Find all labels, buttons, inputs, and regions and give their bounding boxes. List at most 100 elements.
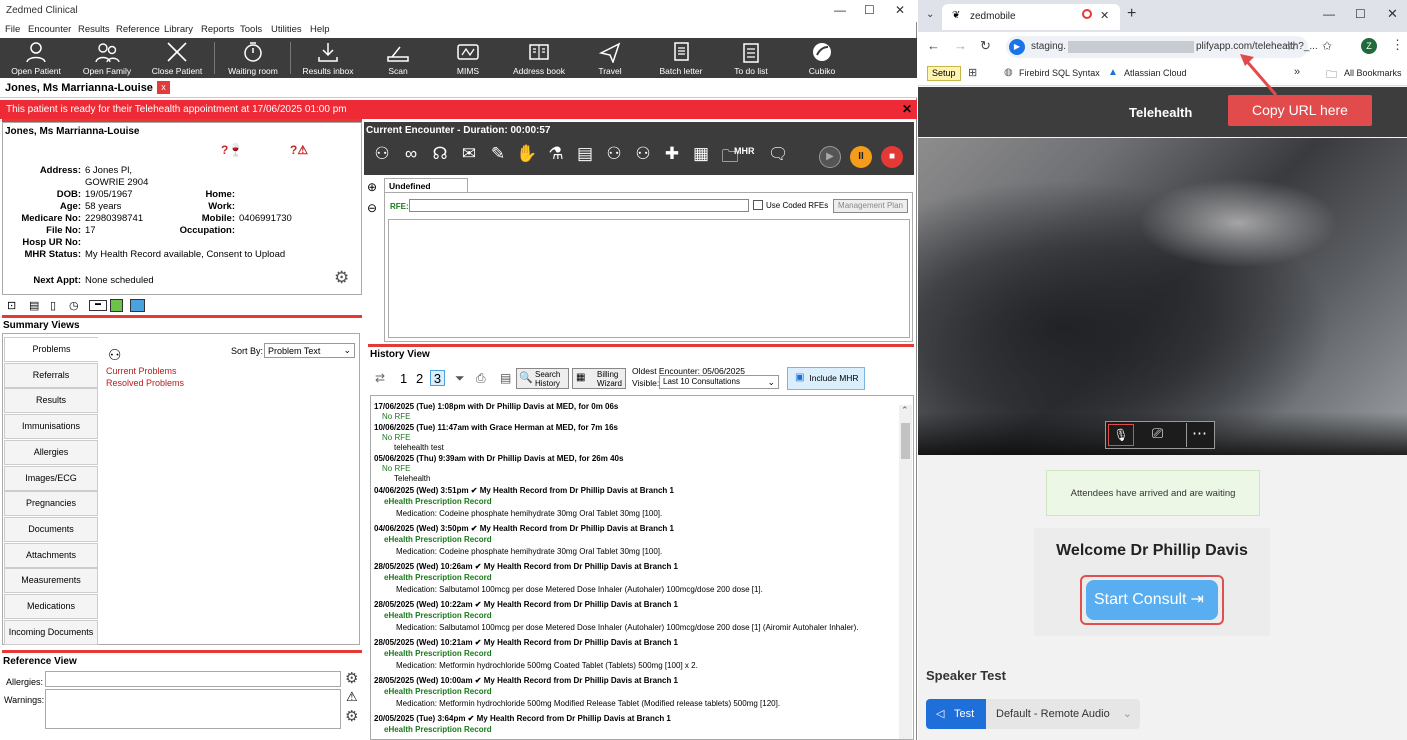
apps-grid-icon[interactable]: ⊞	[968, 66, 977, 79]
all-bookmarks-button[interactable]: All Bookmarks	[1344, 68, 1402, 78]
summary-tab-images-ecg[interactable]: Images/ECG	[4, 465, 98, 491]
patient-tab-name[interactable]: Jones, Ms Marrianna-Louise	[5, 82, 153, 94]
print-icon[interactable]: ⎙	[476, 371, 486, 386]
sort-by-select[interactable]: Problem Text ⌄	[264, 343, 355, 358]
settings-gear-icon[interactable]: ⚙	[334, 268, 349, 288]
scroll-up-icon[interactable]: ⌃	[901, 405, 909, 416]
tab-close-button[interactable]: ✕	[1100, 9, 1109, 22]
use-coded-rfes-checkbox[interactable]	[753, 200, 763, 210]
back-icon[interactable]: ←	[927, 38, 940, 53]
add-problem-icon[interactable]: ⊕	[367, 180, 377, 194]
reload-icon[interactable]: ↻	[980, 38, 991, 54]
bookmarks-overflow-button[interactable]: »	[1294, 66, 1300, 78]
results-inbox-button[interactable]: Results inbox	[298, 38, 358, 78]
summary-tab-measurements[interactable]: Measurements	[4, 568, 98, 594]
summary-tab-pregnancies[interactable]: Pregnancies	[4, 491, 98, 517]
camera-icon[interactable]: ⊡	[7, 299, 16, 312]
close-patient-button[interactable]: Close Patient	[148, 38, 206, 78]
profile-avatar[interactable]: Z	[1361, 38, 1377, 54]
stop-icon[interactable]: ■	[881, 146, 903, 168]
forward-icon[interactable]: →	[954, 38, 967, 53]
visible-consultations-select[interactable]: Last 10 Consultations ⌄	[659, 375, 779, 389]
menu-encounter[interactable]: Encounter	[28, 24, 71, 35]
menu-results[interactable]: Results	[78, 24, 110, 35]
spectacles-icon[interactable]: ∞	[399, 144, 423, 170]
summary-tab-allergies[interactable]: Allergies	[4, 439, 98, 465]
menu-file[interactable]: File	[5, 24, 20, 35]
filter-icon[interactable]: ⏷	[455, 371, 465, 386]
new-tab-button[interactable]: +	[1127, 5, 1136, 23]
page-1-button[interactable]: 1	[400, 371, 407, 386]
warnings-field[interactable]	[45, 689, 341, 729]
document-icon[interactable]: ▤	[573, 144, 597, 170]
start-consult-button[interactable]: Start Consult ⇥	[1086, 580, 1218, 620]
mic-muted-icon[interactable]: 🎙	[1108, 424, 1134, 446]
close-window-button[interactable]: ✕	[895, 3, 905, 17]
cubiko-button[interactable]: Cubiko	[796, 38, 848, 78]
summary-tab-documents[interactable]: Documents	[4, 516, 98, 542]
allergies-field[interactable]	[45, 671, 341, 687]
browser-minimize-button[interactable]: —	[1323, 7, 1335, 21]
page-3-button[interactable]: 3	[430, 370, 445, 386]
resolved-problems-link[interactable]: Resolved Problems	[106, 378, 184, 388]
waiting-room-button[interactable]: Waiting room	[222, 38, 284, 78]
close-patient-tab-button[interactable]: x	[157, 81, 170, 94]
tab-undefined-problem[interactable]: Undefined Problem	[384, 178, 468, 201]
menu-reports[interactable]: Reports	[201, 24, 234, 35]
tab-search-icon[interactable]: ⌄	[926, 9, 934, 20]
dismiss-alert-button[interactable]: ✕	[902, 102, 912, 116]
to-do-list-button[interactable]: To do list	[724, 38, 778, 78]
warnings-gear-icon[interactable]: ⚙	[345, 707, 358, 725]
problem-notes-textarea[interactable]	[388, 219, 910, 338]
notes-icon[interactable]: ▤	[29, 299, 39, 312]
extensions-icon[interactable]: ✩	[1322, 39, 1332, 53]
current-problems-link[interactable]: Current Problems	[106, 366, 177, 376]
bookmark-setup[interactable]: Setup	[927, 66, 961, 81]
camera-icon[interactable]: ⎚	[1152, 425, 1163, 442]
scan-button[interactable]: Scan	[372, 38, 424, 78]
more-menu-icon[interactable]: ⋮	[1391, 37, 1404, 53]
blue-status-icon[interactable]	[130, 299, 145, 312]
browser-maximize-button[interactable]: ☐	[1355, 7, 1366, 21]
more-options-icon[interactable]: ⋯	[1192, 424, 1208, 442]
doc-icon[interactable]: ▯	[50, 299, 56, 312]
summary-tab-immunisations[interactable]: Immunisations	[4, 414, 98, 440]
history-scrollbar[interactable]: ⌃	[899, 405, 912, 739]
minimize-button[interactable]: —	[834, 3, 846, 17]
menu-help[interactable]: Help	[310, 24, 330, 35]
menu-library[interactable]: Library	[164, 24, 193, 35]
bookmark-firebird[interactable]: Firebird SQL Syntax	[1019, 68, 1100, 78]
speaker-test-button[interactable]: ◁ Test	[926, 699, 986, 729]
bookmark-star-icon[interactable]: ☆	[1286, 39, 1297, 53]
tools-icon[interactable]: ⚗	[544, 144, 568, 170]
bookmark-atlassian[interactable]: Atlassian Cloud	[1124, 68, 1187, 78]
remove-problem-icon[interactable]: ⊖	[367, 201, 377, 215]
rfe-input[interactable]	[409, 199, 749, 212]
menu-reference[interactable]: Reference	[116, 24, 160, 35]
summary-tab-problems[interactable]: Problems	[4, 337, 98, 362]
notes-list-icon[interactable]: ▤	[500, 371, 511, 385]
scroll-thumb[interactable]	[901, 423, 910, 459]
batch-letter-button[interactable]: Batch letter	[652, 38, 710, 78]
group2-icon[interactable]: ⚇	[631, 144, 655, 170]
summary-tab-medications[interactable]: Medications	[4, 594, 98, 619]
summary-tab-results[interactable]: Results	[4, 388, 98, 414]
email-icon[interactable]: ✉	[457, 144, 481, 170]
maximize-button[interactable]: ☐	[864, 3, 875, 17]
open-patient-button[interactable]: Open Patient	[8, 38, 64, 78]
summary-tab-incoming-documents[interactable]: Incoming Documents	[4, 619, 98, 645]
travel-button[interactable]: Travel	[584, 38, 636, 78]
menu-utilities[interactable]: Utilities	[271, 24, 302, 35]
swap-icon[interactable]: ⇄	[375, 371, 385, 385]
green-status-icon[interactable]	[110, 299, 123, 312]
hand-icon[interactable]: ✋	[515, 144, 539, 170]
play-icon[interactable]: ▶	[819, 146, 841, 168]
allergies-gear-icon[interactable]: ⚙	[345, 669, 358, 687]
summary-tab-attachments[interactable]: Attachments	[4, 542, 98, 568]
patients-icon[interactable]: ⚇	[370, 144, 394, 170]
management-plan-button[interactable]: Management Plan	[833, 199, 908, 213]
open-family-button[interactable]: Open Family	[78, 38, 136, 78]
timer-icon[interactable]: ◷	[69, 299, 79, 312]
warning-icon[interactable]: ⚠	[346, 689, 358, 705]
group-icon[interactable]: ⚇	[602, 144, 626, 170]
